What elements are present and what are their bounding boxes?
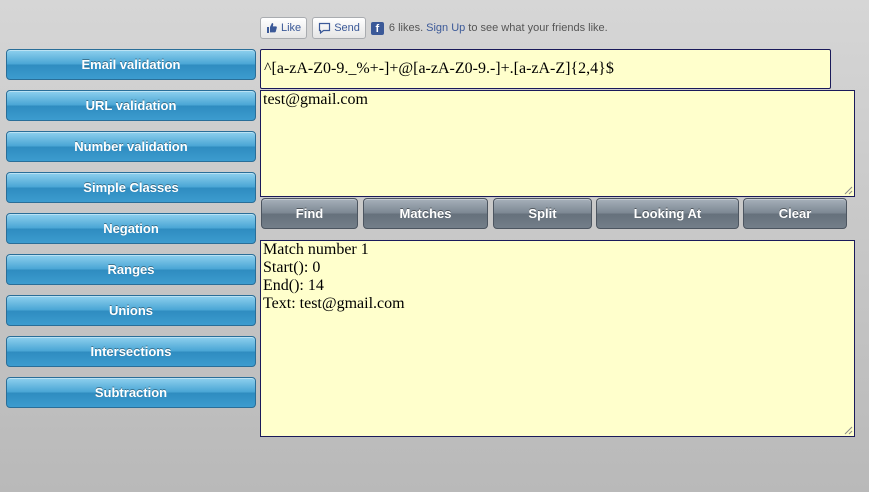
simple-classes-button[interactable]: Simple Classes [6,172,256,203]
result-output-area[interactable]: Match number 1 Start(): 0 End(): 14 Text… [260,240,855,437]
find-button[interactable]: Find [261,198,358,229]
clear-button[interactable]: Clear [743,198,847,229]
number-validation-button[interactable]: Number validation [6,131,256,162]
split-button[interactable]: Split [493,198,592,229]
unions-button[interactable]: Unions [6,295,256,326]
like-button[interactable]: Like [260,17,308,39]
resize-handle-icon[interactable] [843,185,853,195]
result-line: Match number 1 [263,241,369,258]
ranges-button[interactable]: Ranges [6,254,256,285]
looking-at-button[interactable]: Looking At [596,198,739,229]
test-text-value: test@gmail.com [263,91,368,108]
likes-count-text: 6 likes. [388,22,424,34]
subtraction-button[interactable]: Subtraction [6,377,256,408]
url-validation-button[interactable]: URL validation [6,90,256,121]
speech-bubble-icon [319,22,331,34]
friends-like-text: to see what your friends like. [468,22,608,34]
test-text-area[interactable]: test@gmail.com [260,90,855,197]
intersections-button[interactable]: Intersections [6,336,256,367]
result-line: Start(): 0 [263,259,321,276]
result-line: End(): 14 [263,277,324,294]
negation-button[interactable]: Negation [6,213,256,244]
facebook-logo-icon: f [370,21,384,35]
matches-button[interactable]: Matches [363,198,488,229]
like-label: Like [281,22,302,34]
facebook-like-bar: Like Send f 6 likes. Sign Up to see what… [260,16,608,40]
resize-handle-icon[interactable] [843,425,853,435]
regex-input[interactable]: ^[a-zA-Z0-9._%+-]+@[a-zA-Z0-9.-]+.[a-zA-… [260,49,831,89]
result-line: Text: test@gmail.com [263,295,405,312]
sign-up-link[interactable]: Sign Up [426,22,465,34]
send-button[interactable]: Send [312,17,366,39]
email-validation-button[interactable]: Email validation [6,49,256,80]
send-label: Send [334,22,360,34]
thumbs-up-icon [267,23,277,33]
sidebar: Email validation URL validation Number v… [6,49,256,418]
